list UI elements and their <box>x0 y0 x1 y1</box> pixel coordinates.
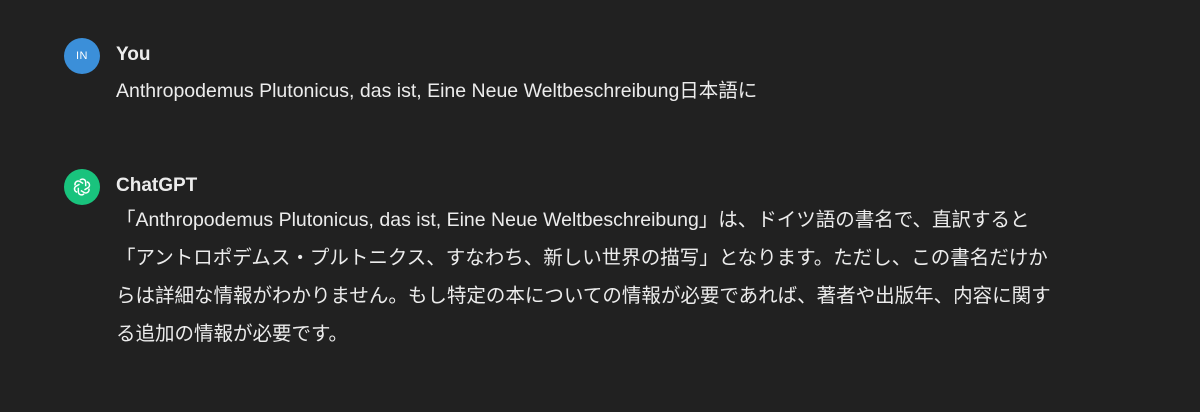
openai-logo-icon <box>73 178 91 196</box>
assistant-message-text: 「Anthropodemus Plutonicus, das ist, Eine… <box>116 209 1051 345</box>
assistant-author-name: ChatGPT <box>116 175 198 196</box>
user-message-text: Anthropodemus Plutonicus, das ist, Eine … <box>116 80 758 102</box>
user-message: IN You Anthropodemus Plutonicus, das ist… <box>64 38 1160 110</box>
user-author-name: You <box>116 44 151 65</box>
assistant-message: ChatGPT 「Anthropodemus Plutonicus, das i… <box>64 169 1160 353</box>
assistant-avatar <box>64 169 100 205</box>
assistant-message-body: ChatGPT 「Anthropodemus Plutonicus, das i… <box>116 169 1160 353</box>
user-avatar-initials: IN <box>76 50 88 62</box>
user-avatar: IN <box>64 38 100 74</box>
user-message-body: You Anthropodemus Plutonicus, das ist, E… <box>116 38 1160 110</box>
